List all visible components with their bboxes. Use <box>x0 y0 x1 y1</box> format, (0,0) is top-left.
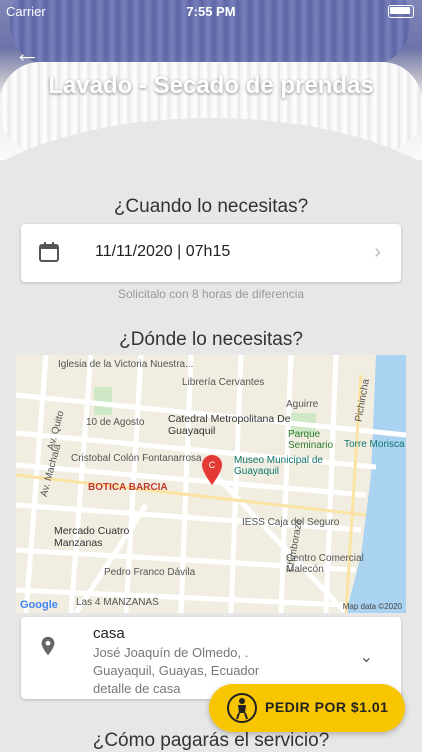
map-label: Librería Cervantes <box>182 377 265 388</box>
location-pin-icon <box>41 636 55 656</box>
map-label: Las 4 MANZANAS <box>76 597 159 608</box>
address-line-3: detalle de casa <box>93 681 181 696</box>
map-label: 10 de Agosto <box>86 417 145 428</box>
svg-text:C: C <box>209 460 216 470</box>
status-time: 7:55 PM <box>186 4 236 19</box>
map-label: Torre Morisca <box>344 439 405 450</box>
back-arrow-icon[interactable]: ← <box>14 40 40 66</box>
map-attribution: Map data ©2020 <box>342 602 402 611</box>
time-hint: Solicitalo con 8 horas de diferencia <box>117 287 305 301</box>
battery-icon <box>388 5 414 18</box>
address-line-1: José Joaquín de Olmedo, . <box>93 645 249 660</box>
location-map[interactable]: Iglesia de la Victoria Nuestra... Librer… <box>16 355 406 613</box>
map-label: Museo Municipal de Guayaquil <box>234 455 323 477</box>
when-title: ¿Cuando lo necesitas? <box>113 196 309 217</box>
map-label: Cristobal Colón Fontanarrosa <box>71 453 202 464</box>
page-title: Lavado - Secado de prendas <box>48 72 374 99</box>
chevron-down-icon: ⌄ <box>359 649 373 666</box>
map-label: Parque Seminario <box>288 429 334 451</box>
map-label: Iglesia de la Victoria Nuestra... <box>58 359 194 370</box>
address-name: casa <box>93 625 125 642</box>
status-bar: Carrier 7:55 PM <box>0 0 422 22</box>
calendar-icon <box>39 242 59 262</box>
order-button[interactable]: PEDIR POR $1.01 <box>209 684 405 732</box>
map-label: Mercado Cuatro Manzanas <box>54 525 130 549</box>
address-line-2: Guayaquil, Guayas, Ecuador <box>93 663 260 678</box>
map-pin-icon: C <box>202 455 222 485</box>
order-button-label: PEDIR POR $1.01 <box>265 699 389 715</box>
map-label: IESS Caja del Seguro <box>242 517 340 528</box>
payment-title: ¿Cómo pagarás el servicio? <box>92 730 330 751</box>
map-label: Aguirre <box>286 399 319 410</box>
map-label: Catedral Metropolitana De Guayaquil <box>168 413 291 437</box>
datetime-picker[interactable]: 11/11/2020 | 07h15 › <box>21 224 401 282</box>
map-label: Pedro Franco Dávila <box>104 567 196 578</box>
google-logo: Google <box>20 599 58 611</box>
where-title: ¿Dónde lo necesitas? <box>119 329 303 350</box>
delivery-person-icon <box>227 693 257 723</box>
map-label: BOTICA BARCIA <box>88 482 168 493</box>
datetime-value: 11/11/2020 | 07h15 <box>95 243 231 260</box>
chevron-right-icon: › <box>374 241 381 263</box>
